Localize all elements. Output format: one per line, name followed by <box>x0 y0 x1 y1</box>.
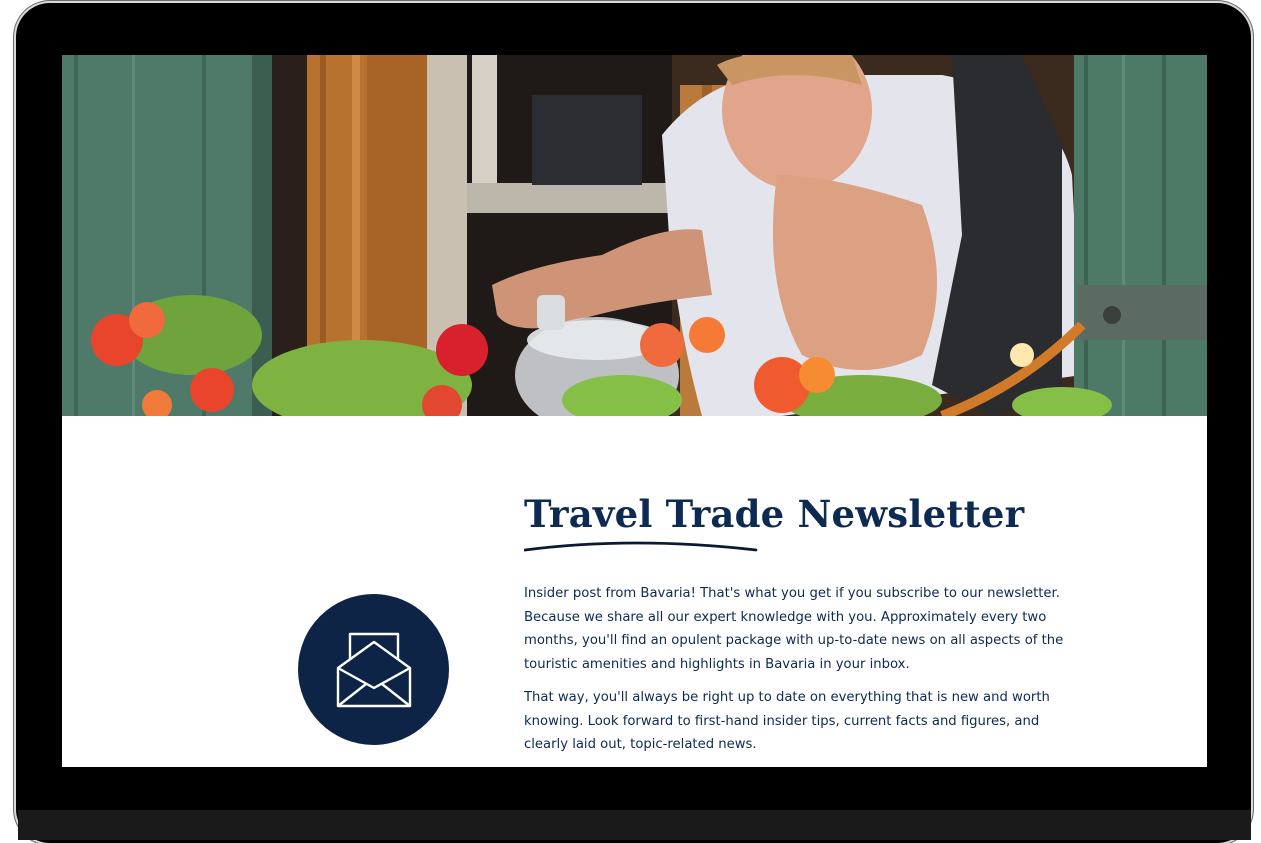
newsletter-title: Travel Trade Newsletter <box>524 492 1025 536</box>
newsletter-paragraph-1: Insider post from Bavaria! That's what y… <box>524 586 1064 672</box>
newsletter-paragraph-2: That way, you'll always be right up to d… <box>524 690 1050 752</box>
hero-image <box>62 55 1207 416</box>
newsletter-icon-badge <box>298 594 449 745</box>
newsletter-section: Travel Trade Newsletter Insider post fro… <box>62 416 1207 767</box>
browser-screen: Travel Trade Newsletter Insider post fro… <box>62 55 1207 767</box>
envelope-open-icon <box>336 632 412 708</box>
title-underline <box>524 541 758 552</box>
